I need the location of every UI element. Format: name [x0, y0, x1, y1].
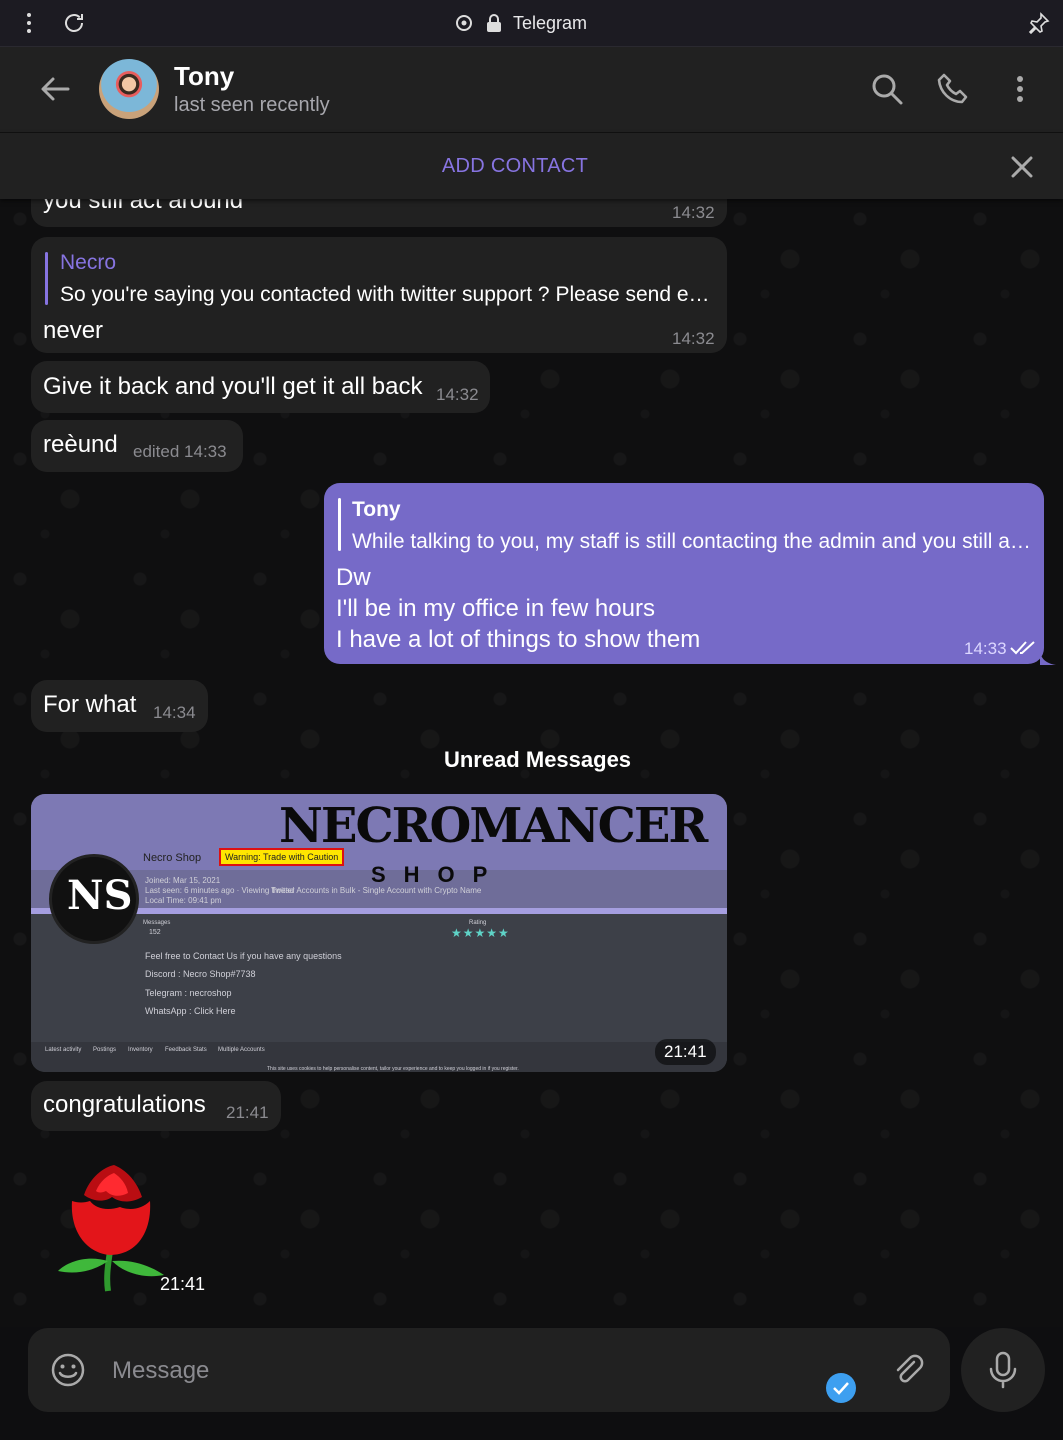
photo-discord: Discord : Necro Shop#7738 [145, 969, 256, 979]
message-input[interactable] [110, 1348, 814, 1394]
close-icon[interactable] [1008, 153, 1036, 181]
message-time: 14:33 [964, 639, 1007, 658]
message-time: 21:41 [226, 1103, 269, 1122]
message-bubble[interactable]: congratulations 21:41 [31, 1081, 281, 1131]
pin-icon[interactable] [1027, 11, 1051, 35]
check-icon [833, 1382, 849, 1395]
message-text: congratulations [43, 1091, 206, 1118]
message-time: 14:32 [436, 385, 479, 404]
message-bubble[interactable]: For what 14:34 [31, 680, 208, 732]
message-text: never [43, 317, 104, 344]
unread-messages-divider: Unread Messages [443, 747, 632, 772]
phone-icon[interactable] [936, 72, 970, 106]
reply-bar [338, 498, 341, 551]
reply-preview[interactable]: While talking to you, my staff is still … [352, 530, 1032, 554]
photo-messages-value: 152 [149, 929, 161, 936]
photo-joined: Joined: Mar 15, 2021 [145, 876, 221, 885]
message-list[interactable]: you still act around 14:32 Necro So you'… [0, 199, 1063, 1327]
photo-contact-line: Feel free to Contact Us if you have any … [145, 951, 342, 961]
search-icon[interactable] [870, 72, 904, 106]
reply-author[interactable]: Necro [60, 251, 116, 275]
message-time: edited 14:33 [133, 442, 227, 461]
photo-stars: ★★★★★ [451, 926, 510, 940]
message-time: 14:32 [672, 203, 715, 222]
add-contact-bar: ADD CONTACT [0, 133, 1063, 199]
lock-icon [487, 14, 501, 32]
photo-time: 21:41 [655, 1039, 716, 1065]
outgoing-message-bubble[interactable]: Tony While talking to you, my staff is s… [324, 483, 1044, 664]
message-line: I'll be in my office in few hours [336, 595, 655, 622]
message-bubble[interactable]: reèund edited 14:33 [31, 420, 243, 472]
photo-thread: Twitter Accounts in Bulk - Single Accoun… [271, 886, 482, 895]
microphone-icon [989, 1351, 1017, 1389]
message-line: I have a lot of things to show them [336, 626, 701, 653]
rose-sticker[interactable] [52, 1161, 172, 1296]
more-options-icon[interactable] [1003, 72, 1037, 106]
message-time: 14:34 [153, 703, 196, 722]
photo-local-time: Local Time: 09:41 pm [145, 896, 222, 905]
message-line: Dw [336, 564, 371, 591]
attach-icon[interactable] [890, 1352, 926, 1388]
contact-status: last seen recently [174, 94, 330, 116]
photo-shop: SHOP [371, 862, 506, 887]
message-bubble[interactable]: Give it back and you'll get it all back … [31, 361, 490, 413]
photo-whatsapp: WhatsApp : Click Here [145, 1006, 236, 1016]
photo-tab: Postings [93, 1047, 117, 1053]
photo-tab: Feedback Stats [165, 1047, 207, 1053]
photo-telegram: Telegram : necroshop [145, 988, 232, 998]
read-check-icon [1010, 641, 1035, 655]
photo-tab: Inventory [128, 1047, 153, 1053]
message-text: For what [43, 691, 137, 718]
add-contact-button[interactable]: ADD CONTACT [0, 155, 1030, 178]
message-text: Give it back and you'll get it all back [43, 373, 423, 400]
reply-bar [45, 252, 48, 305]
photo-tab: Multiple Accounts [218, 1047, 265, 1053]
message-text: you still act around [43, 199, 244, 214]
photo-messages-label: Messages [143, 920, 171, 926]
avatar[interactable] [99, 59, 159, 119]
chat-header: Tony last seen recently [0, 47, 1063, 133]
reply-preview[interactable]: So you're saying you contacted with twit… [60, 283, 710, 307]
shop-logo-text: NS [67, 872, 133, 919]
browser-title: Telegram [513, 13, 588, 33]
photo-username: Necro Shop [143, 852, 202, 864]
photo-tab: Latest activity [45, 1047, 82, 1053]
emoji-icon[interactable] [50, 1352, 86, 1388]
photo-warning: Warning: Trade with Caution [218, 848, 345, 866]
browser-toolbar: Telegram [0, 0, 1063, 47]
contact-name[interactable]: Tony [174, 61, 234, 92]
voice-record-button[interactable] [961, 1328, 1045, 1412]
message-text: reèund [43, 431, 118, 458]
photo-message[interactable]: NECROMANCER SHOP NS Necro Shop Warning: … [31, 794, 727, 1072]
message-time: 14:32 [672, 329, 715, 348]
camera-indicator-icon [456, 15, 472, 31]
message-bubble[interactable]: you still act around 14:32 [31, 199, 727, 227]
sticker-time: 21:41 [160, 1274, 206, 1294]
reload-icon[interactable] [62, 11, 86, 35]
more-vertical-icon[interactable] [17, 11, 41, 35]
message-bubble[interactable]: Necro So you're saying you contacted wit… [31, 237, 727, 353]
checkmark-badge [826, 1373, 856, 1403]
photo-brand: NECROMANCER [279, 798, 708, 854]
back-arrow-icon[interactable] [38, 72, 72, 106]
reply-author[interactable]: Tony [352, 498, 401, 522]
bubble-tail [1040, 649, 1056, 665]
composer [28, 1328, 950, 1412]
photo-cookie-notice: This site uses cookies to help personali… [267, 1066, 519, 1072]
